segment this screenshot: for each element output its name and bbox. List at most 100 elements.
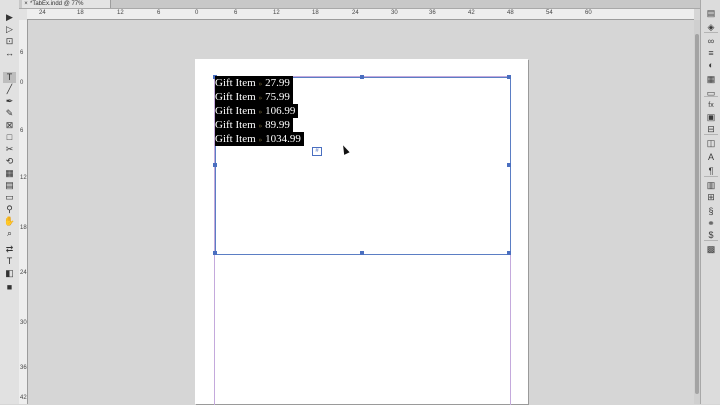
rectangle-tool-icon[interactable]: □ [3,132,16,143]
item-price: 75.99 [265,91,290,103]
document-tab-bar: × *TabEx.indd @ 77% [19,0,700,9]
close-tab-icon[interactable]: × [22,0,30,8]
text-wrap-panel-icon[interactable]: ▣ [705,112,717,123]
frame-handle-bottom-center[interactable] [360,251,364,255]
character-styles-panel-icon[interactable]: A [705,152,717,163]
scissors-tool-icon[interactable]: ✂ [3,144,16,155]
ruler-label: 30 [20,320,27,326]
document-tab-label: *TabEx.indd @ 77% [30,1,84,7]
stroke-panel-icon[interactable]: ≡ [705,48,717,59]
tab-character-icon: » [258,80,263,88]
ruler-label: 60 [585,10,592,16]
vertical-ruler[interactable]: 6 0 6 12 18 24 30 36 42 [19,20,28,404]
line-tool-icon[interactable]: ╱ [3,84,16,95]
item-label: Gift Item [215,91,256,103]
tab-character-icon: » [258,136,263,144]
ruler-label: 6 [234,10,238,16]
gap-tool-icon[interactable]: ↔ [3,48,16,59]
table-panel-icon[interactable]: ⊞ [705,192,717,203]
item-price: 106.99 [265,105,296,117]
text-line-1[interactable]: Gift Item» 27.99 [215,76,293,90]
ruler-label: 30 [391,10,398,16]
cc-assets-panel-icon[interactable]: ▩ [705,244,717,255]
ruler-label: 24 [20,270,27,276]
frame-handle-top-center[interactable] [360,75,364,79]
ruler-label: 0 [195,10,199,16]
pencil-tool-icon[interactable]: ✎ [3,108,16,119]
ruler-label: 12 [273,10,280,16]
ruler-label: 54 [546,10,553,16]
color-panel-icon[interactable]: ◐ [705,60,717,71]
pen-tool-icon[interactable]: ✒ [3,96,16,107]
panel-separator [704,176,718,177]
text-line-5[interactable]: Gift Item» 1034.99 [215,132,304,146]
item-price: 27.99 [265,77,290,89]
gradient-panel-icon[interactable]: ▭ [705,88,717,99]
panel-separator [704,134,718,135]
tab-character-icon: » [258,122,263,130]
frame-handle-bottom-right[interactable] [507,251,511,255]
ruler-label: 36 [429,10,436,16]
links-panel-icon[interactable]: ∞ [705,36,717,47]
ruler-label: 6 [20,50,24,56]
selection-tool-icon[interactable]: ▶ [3,12,16,23]
eyedropper-tool-icon[interactable]: ⚲ [3,204,16,215]
frame-handle-middle-left[interactable] [213,163,217,167]
swap-fill-stroke-icon[interactable]: ⇄ [3,244,16,255]
pathfinder-panel-icon[interactable]: ◫ [705,138,717,149]
free-transform-tool-icon[interactable]: ⟲ [3,156,16,167]
screen-mode-icon[interactable]: ■ [3,282,16,293]
panel-separator [704,96,718,97]
text-line-4[interactable]: Gift Item» 89.99 [215,118,293,132]
ruler-label: 18 [312,10,319,16]
ruler-label: 0 [20,80,24,86]
panel-separator [704,240,718,241]
ruler-label: 18 [77,10,84,16]
frame-handle-top-right[interactable] [507,75,511,79]
rectangle-frame-tool-icon[interactable]: ⊠ [3,120,16,131]
pages-panel-icon[interactable]: ▤ [705,8,717,19]
glyphs-panel-icon[interactable]: § [705,206,717,217]
frame-handle-middle-right[interactable] [507,163,511,167]
scrollbar-thumb[interactable] [695,34,699,394]
panel-separator [704,32,718,33]
ruler-label: 42 [468,10,475,16]
item-label: Gift Item [215,105,256,117]
gradient-swatch-tool-icon[interactable]: ▦ [3,168,16,179]
ruler-label: 6 [157,10,161,16]
formatting-text-icon[interactable]: T [3,256,16,267]
ruler-label: 24 [39,10,46,16]
ruler-label: 24 [352,10,359,16]
panel-dock: ▤ ◈ ∞ ≡ ◐ ▦ ▭ fx ▣ ⊟ ◫ A ¶ ▥ ⊞ § ⚭ $ ▩ [700,0,720,404]
document-tab[interactable]: × *TabEx.indd @ 77% [22,0,111,8]
apply-none-icon[interactable]: ◧ [3,268,16,279]
item-label: Gift Item [215,133,256,145]
text-line-2[interactable]: Gift Item» 75.99 [215,90,293,104]
item-label: Gift Item [215,77,256,89]
type-tool-icon[interactable]: T [3,72,16,83]
direct-selection-tool-icon[interactable]: ▷ [3,24,16,35]
item-label: Gift Item [215,119,256,131]
tools-panel: ▶ ▷ ⊡ ↔ T ╱ ✒ ✎ ⊠ □ ✂ ⟲ ▦ ▤ ▭ ⚲ ✋ ⌕ ⇄ T ◧ ■ [0,0,20,404]
object-styles-panel-icon[interactable]: ▥ [705,180,717,191]
zoom-tool-icon[interactable]: ⌕ [3,228,16,239]
ruler-label: 42 [20,395,27,401]
ruler-label: 18 [20,225,27,231]
ruler-label: 36 [20,365,27,371]
page-tool-icon[interactable]: ⊡ [3,36,16,47]
ruler-label: 12 [117,10,124,16]
hand-tool-icon[interactable]: ✋ [3,216,16,227]
note-tool-icon[interactable]: ▭ [3,192,16,203]
text-frame-out-port-icon[interactable]: # [312,147,322,156]
horizontal-ruler[interactable]: 24 18 12 6 0 6 12 18 24 30 36 42 48 54 60 [27,9,694,20]
tab-character-icon: » [258,108,263,116]
ruler-label: 48 [507,10,514,16]
item-price: 89.99 [265,119,290,131]
swatches-panel-icon[interactable]: ▦ [705,74,717,85]
hyperlinks-panel-icon[interactable]: ⚭ [705,218,717,229]
ruler-label: 6 [20,128,24,134]
frame-handle-bottom-left[interactable] [213,251,217,255]
gradient-feather-tool-icon[interactable]: ▤ [3,180,16,191]
text-line-3[interactable]: Gift Item» 106.99 [215,104,299,118]
effects-panel-icon[interactable]: fx [705,100,717,111]
